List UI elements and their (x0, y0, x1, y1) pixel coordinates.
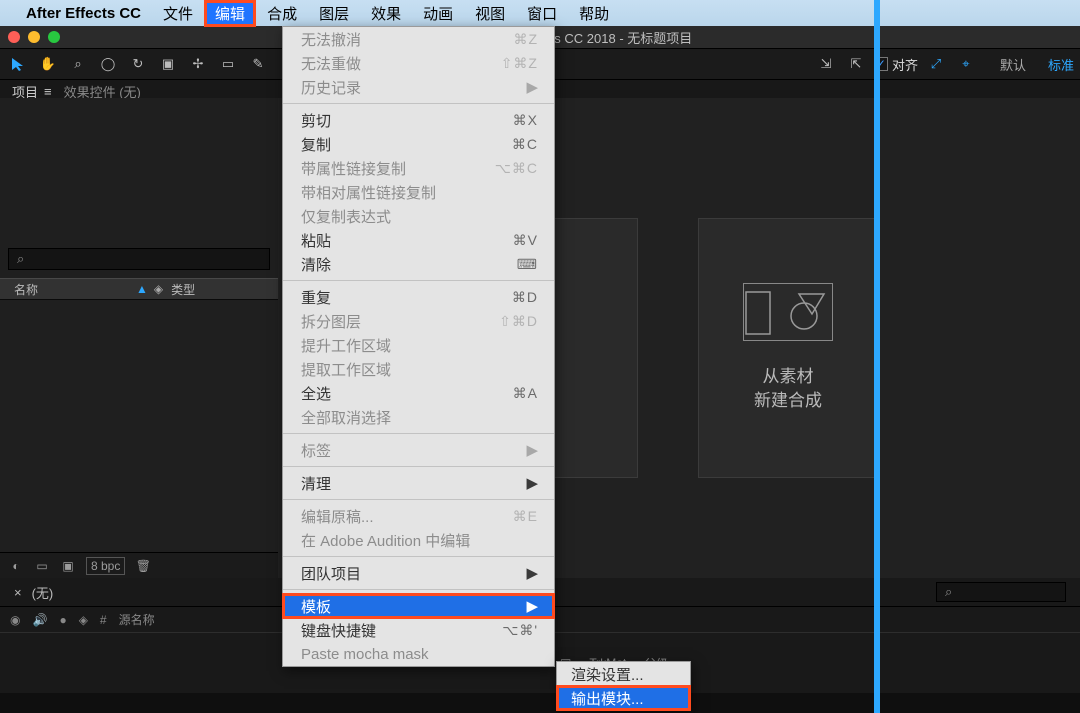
menu-layer[interactable]: 图层 (309, 1, 359, 26)
minimize-icon[interactable] (28, 31, 40, 43)
menu-item[interactable]: 团队项目▶ (283, 561, 554, 585)
zoom-tool-icon[interactable]: ⌕ (66, 52, 90, 76)
mac-menubar: After Effects CC 文件 编辑 合成 图层 效果 动画 视图 窗口… (0, 0, 1080, 26)
menu-item: 无法重做⇧⌘Z (283, 51, 554, 75)
comp-icon[interactable]: ▣ (60, 559, 76, 573)
folder-icon[interactable]: ▭ (34, 559, 50, 573)
hand-tool-icon[interactable]: ✋ (36, 52, 60, 76)
cti-icon[interactable] (874, 0, 880, 713)
source-name-col[interactable]: 源名称 (119, 611, 155, 628)
trash-icon[interactable]: 🗑 (135, 559, 151, 573)
menu-item[interactable]: 剪切⌘X (283, 108, 554, 132)
anchor-tool-icon[interactable]: ✢ (186, 52, 210, 76)
rotate-tool-icon[interactable]: ↻ (126, 52, 150, 76)
timeline-search-input[interactable]: ⌕ (936, 582, 1066, 602)
menu-item[interactable]: 粘贴⌘V (283, 228, 554, 252)
menu-item[interactable]: 键盘快捷键⌥⌘' (283, 618, 554, 642)
menu-item[interactable]: 模板▶ (283, 594, 554, 618)
menu-animation[interactable]: 动画 (413, 1, 463, 26)
expand-icon[interactable]: ⤢ (924, 52, 948, 76)
project-footer: ◐ ▭ ▣ 8 bpc 🗑 (0, 552, 278, 578)
submenu-render-settings[interactable]: 渲染设置... (557, 662, 690, 686)
menu-item: 提取工作区域 (283, 357, 554, 381)
snap-icon[interactable]: ⇲ (814, 52, 838, 76)
window-title: Adobe After Effects CC 2018 - 无标题项目 (70, 28, 1072, 47)
menu-item: 在 Adobe Audition 中编辑 (283, 528, 554, 552)
pen-tool-icon[interactable]: ✎ (246, 52, 270, 76)
tag-column-icon[interactable]: ◈ (79, 613, 88, 627)
timeline-tab[interactable]: (无) (32, 583, 54, 602)
footage-comp-icon (743, 283, 833, 341)
menu-item[interactable]: 复制⌘C (283, 132, 554, 156)
eye-column-icon[interactable]: ◉ (10, 613, 20, 627)
menu-item: 无法撤消⌘Z (283, 27, 554, 51)
footage-card-label-1: 从素材 (754, 365, 822, 389)
col-type[interactable]: 类型 (171, 281, 195, 298)
menu-item: 编辑原稿...⌘E (283, 504, 554, 528)
menu-item[interactable]: 全选⌘A (283, 381, 554, 405)
workspace-standard[interactable]: 标准 (1048, 55, 1074, 74)
menu-item: 带属性链接复制⌥⌘C (283, 156, 554, 180)
menu-effect[interactable]: 效果 (361, 1, 411, 26)
zoom-icon[interactable] (48, 31, 60, 43)
align-toggle[interactable]: ✓ 对齐 (874, 55, 918, 74)
menu-item: 提升工作区域 (283, 333, 554, 357)
close-icon[interactable] (8, 31, 20, 43)
menu-view[interactable]: 视图 (465, 1, 515, 26)
rect-tool-icon[interactable]: ▭ (216, 52, 240, 76)
menu-edit[interactable]: 编辑 (205, 1, 255, 26)
lock-column-icon[interactable]: ● (59, 613, 66, 627)
menu-item: 历史记录▶ (283, 75, 554, 99)
menu-item[interactable]: 重复⌘D (283, 285, 554, 309)
menu-item[interactable]: 清除⌨ (283, 252, 554, 276)
sort-asc-icon[interactable]: ▲ (136, 282, 148, 296)
menu-composition[interactable]: 合成 (257, 1, 307, 26)
project-panel: ⌕ 名称 ▲ ◈ 类型 ◐ ▭ ▣ 8 bpc 🗑 (0, 98, 278, 578)
col-name[interactable]: 名称 (0, 281, 130, 298)
app-name-menu[interactable]: After Effects CC (16, 3, 151, 24)
menu-item: Paste mocha mask (283, 642, 554, 666)
footage-card-label-2: 新建合成 (754, 389, 822, 413)
workspace-default[interactable]: 默认 (1000, 55, 1026, 74)
menu-item: 拆分图层⇧⌘D (283, 309, 554, 333)
tag-icon[interactable]: ◈ (154, 282, 163, 296)
target-icon[interactable]: ⌖ (954, 52, 978, 76)
menu-item: 仅复制表达式 (283, 204, 554, 228)
menu-help[interactable]: 帮助 (569, 1, 619, 26)
template-submenu: 渲染设置... 输出模块... (556, 661, 691, 711)
align-label: 对齐 (892, 55, 918, 74)
camera-tool-icon[interactable]: ▣ (156, 52, 180, 76)
audio-column-icon[interactable]: 🔊 (32, 613, 47, 627)
project-columns: 名称 ▲ ◈ 类型 (0, 278, 278, 300)
panel-menu-icon[interactable]: ≡ (44, 84, 50, 99)
interpret-icon[interactable]: ◐ (8, 559, 24, 573)
bpc-button[interactable]: 8 bpc (86, 557, 125, 575)
snap2-icon[interactable]: ⇱ (844, 52, 868, 76)
traffic-lights[interactable] (8, 31, 60, 43)
edit-menu-dropdown: 无法撤消⌘Z无法重做⇧⌘Z历史记录▶ 剪切⌘X复制⌘C带属性链接复制⌥⌘C带相对属… (282, 26, 555, 667)
submenu-output-module[interactable]: 输出模块... (557, 686, 690, 710)
menu-window[interactable]: 窗口 (517, 1, 567, 26)
menu-item: 标签▶ (283, 438, 554, 462)
menu-item: 全部取消选择 (283, 405, 554, 429)
timeline-close-icon[interactable]: × (14, 585, 22, 600)
project-search-input[interactable]: ⌕ (8, 248, 270, 270)
selection-tool-icon[interactable] (6, 52, 30, 76)
menu-item: 带相对属性链接复制 (283, 180, 554, 204)
orbit-tool-icon[interactable]: ◯ (96, 52, 120, 76)
menu-file[interactable]: 文件 (153, 1, 203, 26)
menu-item[interactable]: 清理▶ (283, 471, 554, 495)
new-comp-from-footage-card[interactable]: 从素材 新建合成 (698, 218, 878, 478)
